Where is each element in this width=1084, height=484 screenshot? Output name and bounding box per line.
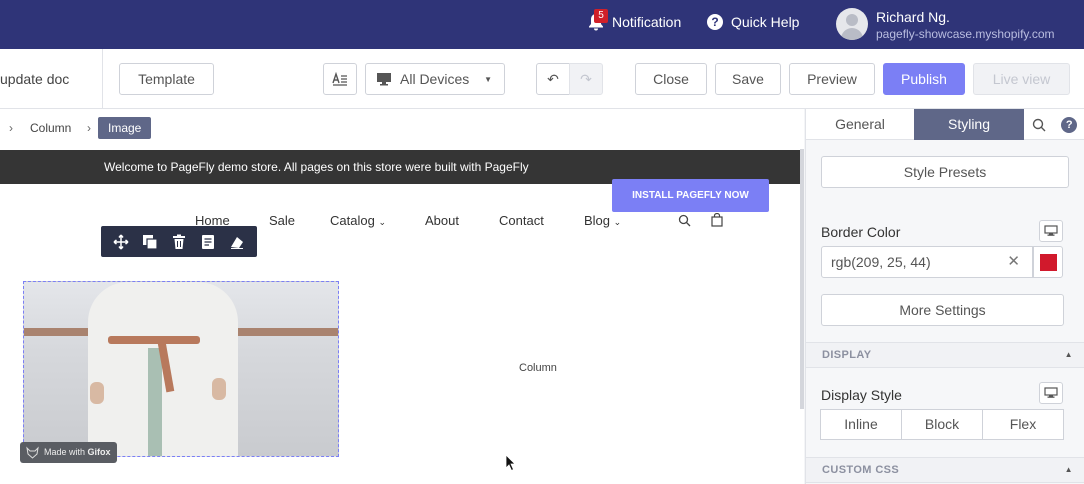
breadcrumb-image[interactable]: Image	[98, 117, 152, 139]
store-domain: pagefly-showcase.myshopify.com	[876, 27, 1055, 41]
redo-button[interactable]: ↷	[569, 63, 603, 95]
search-icon[interactable]	[678, 214, 691, 227]
border-color-value: rgb(209, 25, 44)	[831, 254, 931, 270]
search-icon[interactable]	[1032, 118, 1046, 132]
live-view-button[interactable]: Live view	[973, 63, 1070, 95]
nav-blog[interactable]: Blog ⌄	[584, 213, 621, 228]
panel-tabs: General Styling ?	[806, 109, 1084, 140]
text-format-icon	[332, 72, 347, 86]
nav-contact[interactable]: Contact	[499, 213, 544, 228]
chevron-down-icon: ⌄	[613, 217, 622, 227]
divider	[102, 49, 103, 109]
page-title[interactable]: update doc	[0, 71, 69, 87]
tab-general[interactable]: General	[806, 109, 914, 140]
nav-blog-label: Blog	[584, 213, 611, 228]
publish-button[interactable]: Publish	[883, 63, 965, 95]
display-block-option[interactable]: Block	[901, 409, 983, 440]
border-color-input[interactable]: rgb(209, 25, 44) ✕	[821, 246, 1033, 278]
display-flex-option[interactable]: Flex	[982, 409, 1064, 440]
display-inline-option[interactable]: Inline	[820, 409, 902, 440]
border-color-picker[interactable]	[1033, 246, 1063, 278]
top-bar: 5 Notification ? Quick Help Richard Ng. …	[0, 0, 1084, 49]
save-template-icon[interactable]	[200, 234, 216, 250]
preview-button[interactable]: Preview	[789, 63, 875, 95]
border-color-label: Border Color	[821, 224, 901, 240]
selected-image[interactable]	[23, 281, 339, 457]
close-button[interactable]: Close	[635, 63, 707, 95]
quick-help-label: Quick Help	[731, 14, 800, 30]
desktop-icon	[377, 73, 391, 86]
user-name: Richard Ng.	[876, 9, 950, 25]
gifox-prefix: Made with	[44, 447, 88, 457]
style-presets-button[interactable]: Style Presets	[821, 156, 1069, 188]
device-select-label: All Devices	[400, 71, 470, 87]
eraser-icon[interactable]	[229, 234, 245, 250]
save-button[interactable]: Save	[715, 63, 781, 95]
chevron-right-icon: ›	[87, 121, 91, 135]
color-swatch	[1040, 254, 1057, 271]
breadcrumb: › Column › Image	[0, 109, 804, 149]
editor-canvas[interactable]: Welcome to PageFly demo store. All pages…	[0, 149, 804, 484]
tab-styling[interactable]: Styling	[914, 109, 1024, 140]
move-icon[interactable]	[113, 234, 129, 250]
column-placeholder: Column	[519, 362, 557, 374]
caret-down-icon: ▼	[484, 74, 492, 84]
breadcrumb-column[interactable]: Column	[30, 121, 71, 135]
element-toolbar	[101, 226, 257, 257]
text-align-button[interactable]	[323, 63, 357, 95]
notification-label: Notification	[612, 14, 682, 30]
cart-icon[interactable]	[711, 213, 723, 227]
install-pagefly-button[interactable]: INSTALL PAGEFLY NOW	[612, 179, 769, 212]
display-style-options: Inline Block Flex	[820, 409, 1064, 440]
trash-icon[interactable]	[171, 234, 187, 250]
nav-about[interactable]: About	[425, 213, 459, 228]
custom-css-section-header[interactable]: CUSTOM CSS ▲	[806, 457, 1084, 483]
settings-panel: General Styling ? Style Presets Border C…	[805, 109, 1084, 484]
notification-button[interactable]: 5 Notification	[588, 9, 682, 31]
desktop-icon	[1044, 387, 1058, 398]
desktop-icon	[1044, 225, 1058, 236]
chevron-down-icon: ⌄	[378, 217, 386, 227]
notification-count-badge: 5	[594, 9, 608, 23]
caret-up-icon: ▲	[1064, 465, 1073, 474]
mouse-cursor-icon	[505, 454, 516, 472]
question-icon: ?	[707, 14, 723, 30]
display-section-header[interactable]: DISPLAY ▲	[806, 342, 1084, 368]
clear-icon[interactable]: ✕	[1007, 247, 1020, 277]
duplicate-icon[interactable]	[142, 234, 158, 250]
display-section-title: DISPLAY	[822, 349, 872, 361]
device-select[interactable]: All Devices ▼	[365, 63, 505, 95]
nav-catalog-label: Catalog	[330, 213, 375, 228]
nav-catalog[interactable]: Catalog ⌄	[330, 213, 386, 228]
responsive-toggle[interactable]	[1039, 382, 1063, 404]
more-settings-button[interactable]: More Settings	[821, 294, 1064, 326]
editor-toolbar: update doc Template All Devices ▼ ↶ ↷ Cl…	[0, 49, 1084, 109]
undo-button[interactable]: ↶	[536, 63, 570, 95]
responsive-toggle[interactable]	[1039, 220, 1063, 242]
chevron-right-icon: ›	[9, 121, 13, 135]
quick-help-button[interactable]: ? Quick Help	[707, 14, 799, 30]
fox-logo-icon	[26, 446, 39, 459]
template-button[interactable]: Template	[119, 63, 214, 95]
gifox-brand: Gifox	[87, 447, 111, 457]
help-icon[interactable]: ?	[1061, 116, 1078, 133]
gifox-watermark: Made with Gifox	[20, 442, 117, 463]
canvas-scrollbar[interactable]	[800, 149, 804, 409]
nav-sale[interactable]: Sale	[269, 213, 295, 228]
custom-css-section-title: CUSTOM CSS	[822, 464, 900, 476]
caret-up-icon: ▲	[1064, 350, 1073, 359]
display-style-label: Display Style	[821, 387, 902, 403]
avatar[interactable]	[836, 8, 868, 40]
